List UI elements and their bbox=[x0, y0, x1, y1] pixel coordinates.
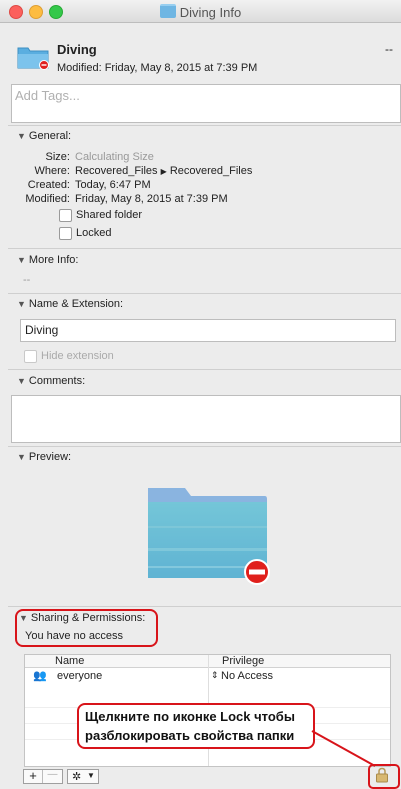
chevron-down-icon: ▼ bbox=[87, 771, 95, 780]
gear-icon: ✲ bbox=[72, 771, 82, 783]
add-remove-control: + — bbox=[23, 768, 63, 784]
remove-button[interactable]: — bbox=[43, 769, 62, 780]
action-gear-button[interactable]: ✲ ▼ bbox=[67, 769, 99, 784]
add-button[interactable]: + bbox=[24, 768, 42, 783]
annotation-arrow bbox=[311, 730, 376, 767]
lock-icon[interactable] bbox=[375, 767, 389, 783]
